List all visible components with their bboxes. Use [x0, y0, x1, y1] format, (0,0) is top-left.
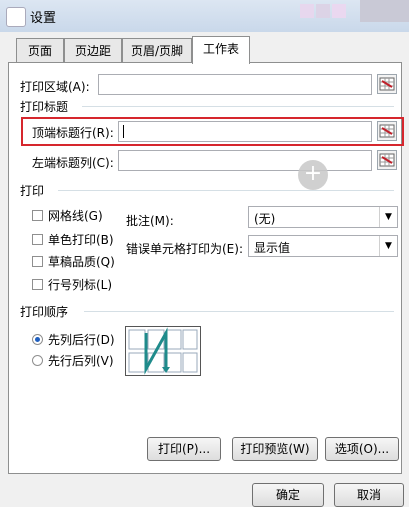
down-then-over-label: 先列后行(D) [48, 333, 115, 347]
gridlines-checkbox[interactable] [32, 210, 43, 221]
print-area-label: 打印区域(A): [20, 80, 90, 94]
page-order-icon [128, 327, 198, 375]
ok-button[interactable]: 确定 [252, 483, 324, 507]
title-rows-input[interactable] [118, 121, 372, 142]
over-then-down-radio[interactable] [32, 355, 43, 366]
print-titles-header: 打印标题 [20, 100, 69, 114]
print-button[interactable]: 打印(P)... [147, 437, 221, 461]
title-cols-ref-button[interactable] [377, 150, 397, 170]
chevron-down-icon: ▼ [379, 236, 397, 256]
zoom-plus-icon: + [298, 160, 328, 190]
errors-value: 显示值 [254, 241, 291, 255]
order-header: 打印顺序 [20, 305, 69, 319]
errors-select[interactable]: 显示值 ▼ [248, 235, 398, 257]
cancel-button[interactable]: 取消 [334, 483, 404, 507]
tab-sheet[interactable]: 工作表 [192, 36, 250, 64]
range-select-icon [379, 124, 395, 138]
tab-header-footer[interactable]: 页眉/页脚 [122, 38, 192, 62]
title-rows-ref-button[interactable] [377, 121, 397, 141]
gridlines-label: 网格线(G) [48, 209, 103, 223]
tab-label: 工作表 [202, 42, 239, 56]
section-divider [84, 311, 394, 312]
blur-pixel [332, 4, 346, 18]
tab-page[interactable]: 页面 [16, 38, 64, 62]
draft-label: 草稿品质(Q) [48, 255, 115, 269]
print-area-ref-button[interactable] [377, 74, 397, 94]
comments-label: 批注(M): [126, 214, 174, 228]
bw-label: 单色打印(B) [48, 233, 114, 247]
tab-label: 页面 [27, 44, 52, 58]
print-area-input[interactable] [98, 74, 372, 95]
range-select-icon [379, 77, 395, 91]
print-header: 打印 [20, 184, 45, 198]
comments-select[interactable]: (无) ▼ [248, 206, 398, 228]
app-icon [6, 7, 26, 27]
section-divider [58, 190, 394, 191]
title-bar [0, 0, 409, 32]
headings-label: 行号列标(L) [48, 278, 113, 292]
text-cursor [123, 125, 124, 138]
blur-pixel [316, 4, 330, 18]
comments-value: (无) [254, 212, 276, 226]
title-cols-input[interactable] [118, 150, 372, 171]
chevron-down-icon: ▼ [379, 207, 397, 227]
over-then-down-label: 先行后列(V) [48, 354, 114, 368]
blur-pixel [300, 4, 314, 18]
tab-label: 页眉/页脚 [130, 44, 184, 58]
range-select-icon [379, 153, 395, 167]
close-button[interactable] [360, 0, 409, 22]
errors-label: 错误单元格打印为(E): [126, 242, 243, 256]
page-order-preview [125, 326, 201, 376]
window-title: 设置 [30, 11, 57, 26]
tab-label: 页边距 [74, 44, 111, 58]
draft-checkbox[interactable] [32, 256, 43, 267]
down-then-over-radio[interactable] [32, 334, 43, 345]
title-rows-label: 顶端标题行(R): [32, 126, 114, 140]
tab-margins[interactable]: 页边距 [64, 38, 122, 62]
print-preview-button[interactable]: 打印预览(W) [232, 437, 318, 461]
options-button[interactable]: 选项(O)... [325, 437, 399, 461]
section-divider [82, 106, 394, 107]
title-cols-label: 左端标题列(C): [32, 156, 114, 170]
bw-checkbox[interactable] [32, 234, 43, 245]
headings-checkbox[interactable] [32, 279, 43, 290]
